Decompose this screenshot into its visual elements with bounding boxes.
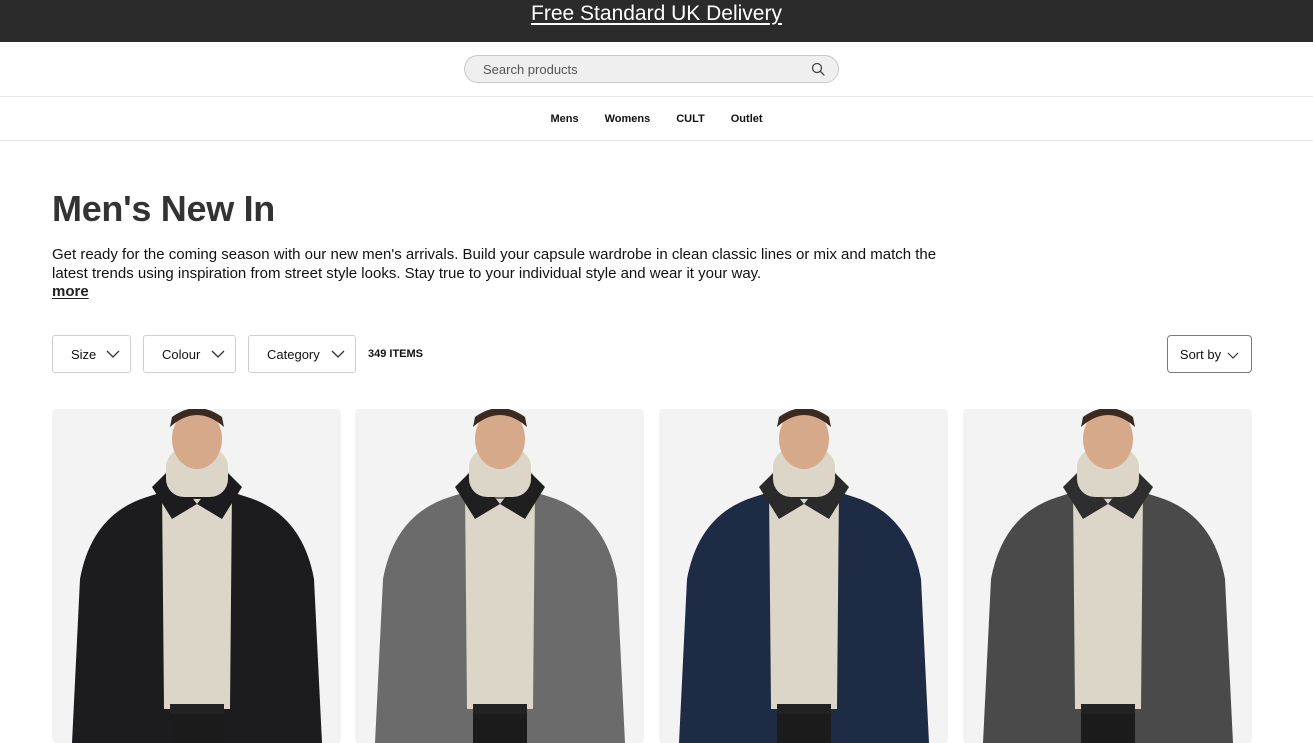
size-filter-button[interactable]: Size	[52, 335, 131, 373]
colour-filter-button[interactable]: Colour	[143, 335, 236, 373]
chevron-down-icon	[331, 347, 345, 361]
page-title: Men's New In	[52, 188, 275, 229]
search-row	[0, 42, 1313, 97]
nav-item-womens[interactable]: Womens	[592, 113, 664, 125]
product-card[interactable]	[963, 409, 1252, 743]
chevron-down-icon	[106, 347, 120, 361]
search-input[interactable]	[483, 61, 810, 77]
navy-parka-image	[679, 409, 929, 743]
sort-by-button[interactable]: Sort by	[1167, 335, 1252, 373]
colour-filter-label: Colour	[162, 346, 201, 362]
nav-item-cult[interactable]: CULT	[663, 113, 718, 125]
search-icon[interactable]	[810, 61, 826, 77]
category-filter-button[interactable]: Category	[248, 335, 356, 373]
grey-wool-jacket-image	[375, 409, 625, 743]
chevron-down-icon	[1227, 347, 1239, 362]
sort-by-label: Sort by	[1179, 346, 1222, 362]
items-count: 349 ITEMS	[368, 348, 424, 360]
promo-bar: Free Standard UK Delivery	[0, 0, 1313, 42]
size-filter-label: Size	[71, 346, 97, 362]
product-card[interactable]	[659, 409, 948, 743]
main-nav: Mens Womens CULT Outlet	[0, 97, 1313, 141]
search-bar[interactable]	[464, 55, 839, 83]
more-link[interactable]: more	[52, 283, 89, 300]
page-description: Get ready for the coming season with our…	[52, 246, 937, 282]
chevron-down-icon	[211, 347, 225, 361]
product-card[interactable]	[355, 409, 644, 743]
nav-item-outlet[interactable]: Outlet	[718, 113, 776, 125]
category-filter-label: Category	[267, 346, 320, 362]
product-card[interactable]	[52, 409, 341, 743]
promo-link[interactable]: Free Standard UK Delivery	[531, 2, 782, 26]
black-puffer-jacket-image	[72, 409, 322, 743]
nav-item-mens[interactable]: Mens	[537, 113, 591, 125]
charcoal-hooded-jacket-image	[983, 409, 1233, 743]
